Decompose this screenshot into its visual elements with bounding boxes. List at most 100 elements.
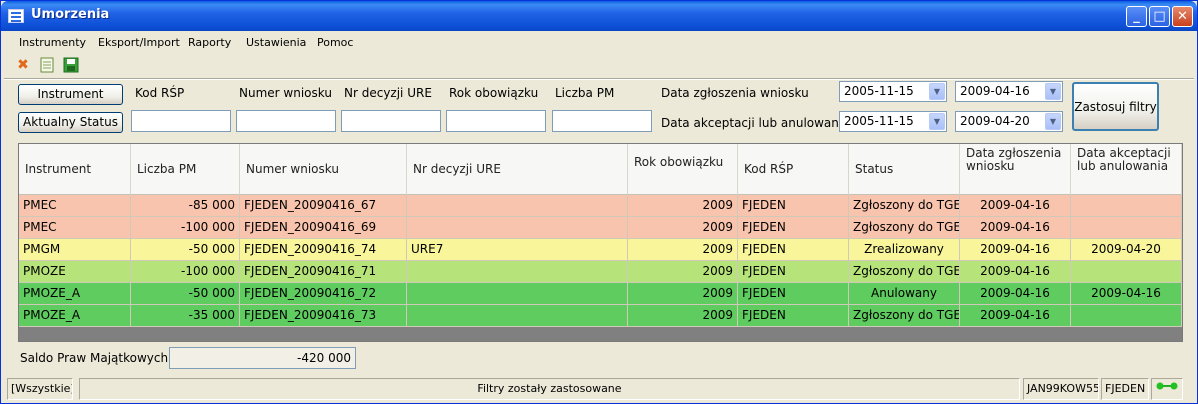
menu-pomoc[interactable]: Pomoc: [317, 36, 353, 49]
table-row[interactable]: PMOZE -100 000 FJEDEN_20090416_71 2009 FJEDE…: [19, 261, 1182, 283]
cell-data-akceptacji[interactable]: [1071, 195, 1182, 217]
cell-status[interactable]: Zgłoszony do TGE: [849, 195, 960, 217]
chevron-down-icon[interactable]: ▼: [1045, 83, 1061, 100]
column-header-data-akceptacji[interactable]: Data akceptacji lub anulowania: [1071, 144, 1182, 195]
cell-data-zgloszenia[interactable]: 2009-04-16: [960, 195, 1071, 217]
cell-nr-decyzji[interactable]: [407, 305, 628, 327]
cell-kod-rsp[interactable]: FJEDEN: [738, 283, 849, 305]
nr-decyzji-label: Nr decyzji URE: [344, 86, 432, 100]
cell-instrument[interactable]: PMEC: [19, 217, 131, 239]
cell-kod-rsp[interactable]: FJEDEN: [738, 195, 849, 217]
cell-data-akceptacji[interactable]: [1071, 261, 1182, 283]
cell-instrument[interactable]: PMEC: [19, 195, 131, 217]
column-header-rok-obowiazku[interactable]: Rok obowiązku: [628, 144, 738, 195]
akceptacji-from-date[interactable]: 2005-11-15 ▼: [839, 111, 947, 132]
cell-kod-rsp[interactable]: FJEDEN: [738, 217, 849, 239]
liczba-pm-input[interactable]: [552, 110, 652, 132]
menu-eksport-import[interactable]: Eksport/Import: [98, 36, 180, 49]
chevron-down-icon[interactable]: ▼: [1045, 113, 1061, 130]
table-row[interactable]: PMOZE_A -35 000 FJEDEN_20090416_73 2009 FJED…: [19, 305, 1182, 327]
cell-rok[interactable]: 2009: [628, 217, 738, 239]
cell-liczba-pm[interactable]: -85 000: [131, 195, 240, 217]
table-row[interactable]: PMEC -85 000 FJEDEN_20090416_67 2009 FJEDEN Z…: [19, 195, 1182, 217]
cell-rok[interactable]: 2009: [628, 261, 738, 283]
cell-instrument[interactable]: PMOZE: [19, 261, 131, 283]
instrument-filter-button[interactable]: Instrument: [18, 84, 123, 105]
cell-rok[interactable]: 2009: [628, 239, 738, 261]
status-filter-button[interactable]: Aktualny Status: [18, 112, 123, 133]
cell-numer-wniosku[interactable]: FJEDEN_20090416_74: [240, 239, 407, 261]
cell-rok[interactable]: 2009: [628, 305, 738, 327]
cell-nr-decyzji[interactable]: [407, 195, 628, 217]
cell-rok[interactable]: 2009: [628, 283, 738, 305]
cell-kod-rsp[interactable]: FJEDEN: [738, 261, 849, 283]
close-button[interactable]: ✕: [1172, 6, 1193, 27]
cell-data-zgloszenia[interactable]: 2009-04-16: [960, 217, 1071, 239]
cell-numer-wniosku[interactable]: FJEDEN_20090416_71: [240, 261, 407, 283]
kod-rsp-input[interactable]: [131, 110, 231, 132]
menu-ustawienia[interactable]: Ustawienia: [246, 36, 306, 49]
column-header-kod-rsp[interactable]: Kod RŚP: [738, 144, 849, 195]
cell-status[interactable]: Zrealizowany: [849, 239, 960, 261]
cell-data-zgloszenia[interactable]: 2009-04-16: [960, 261, 1071, 283]
status-bar: [Wszystkie] Filtry zostały zastosowane J…: [4, 378, 1194, 401]
document-icon[interactable]: [39, 57, 55, 73]
akceptacji-to-date[interactable]: 2009-04-20 ▼: [955, 111, 1063, 132]
cell-data-akceptacji[interactable]: [1071, 305, 1182, 327]
cell-data-akceptacji[interactable]: 2009-04-20: [1071, 239, 1182, 261]
cell-status[interactable]: Zgłoszony do TGE: [849, 305, 960, 327]
table-row[interactable]: PMEC -100 000 FJEDEN_20090416_69 2009 FJEDEN…: [19, 217, 1182, 239]
chevron-down-icon[interactable]: ▼: [929, 83, 945, 100]
cell-data-akceptacji[interactable]: 2009-04-16: [1071, 283, 1182, 305]
table-row[interactable]: PMOZE_A -50 000 FJEDEN_20090416_72 2009 FJED…: [19, 283, 1182, 305]
apply-filters-button[interactable]: Zastosuj filtry: [1072, 82, 1159, 131]
cell-nr-decyzji[interactable]: URE7: [407, 239, 628, 261]
delete-icon[interactable]: ✖: [15, 57, 31, 73]
cell-rok[interactable]: 2009: [628, 195, 738, 217]
cell-liczba-pm[interactable]: -50 000: [131, 283, 240, 305]
menu-instrumenty[interactable]: Instrumenty: [19, 36, 86, 49]
cell-data-akceptacji[interactable]: [1071, 217, 1182, 239]
cell-numer-wniosku[interactable]: FJEDEN_20090416_67: [240, 195, 407, 217]
zgloszenia-from-date[interactable]: 2005-11-15 ▼: [839, 81, 947, 102]
table-row[interactable]: PMGM -50 000 FJEDEN_20090416_74 URE7 2009 FJE…: [19, 239, 1182, 261]
cell-numer-wniosku[interactable]: FJEDEN_20090416_73: [240, 305, 407, 327]
title-bar[interactable]: Umorzenia _ □ ✕: [1, 1, 1197, 31]
cell-nr-decyzji[interactable]: [407, 217, 628, 239]
nr-decyzji-input[interactable]: [341, 110, 441, 132]
cell-status[interactable]: Zgłoszony do TGE: [849, 217, 960, 239]
menu-raporty[interactable]: Raporty: [188, 36, 231, 49]
chevron-down-icon[interactable]: ▼: [929, 113, 945, 130]
cell-numer-wniosku[interactable]: FJEDEN_20090416_72: [240, 283, 407, 305]
cell-instrument[interactable]: PMOZE_A: [19, 283, 131, 305]
cell-liczba-pm[interactable]: -35 000: [131, 305, 240, 327]
cell-liczba-pm[interactable]: -100 000: [131, 261, 240, 283]
cell-kod-rsp[interactable]: FJEDEN: [738, 305, 849, 327]
cell-kod-rsp[interactable]: FJEDEN: [738, 239, 849, 261]
minimize-button[interactable]: _: [1126, 6, 1147, 27]
cell-data-zgloszenia[interactable]: 2009-04-16: [960, 239, 1071, 261]
cell-liczba-pm[interactable]: -100 000: [131, 217, 240, 239]
cell-nr-decyzji[interactable]: [407, 283, 628, 305]
cell-status[interactable]: Anulowany: [849, 283, 960, 305]
maximize-button[interactable]: □: [1149, 6, 1170, 27]
column-header-nr-decyzji[interactable]: Nr decyzji URE: [407, 144, 628, 195]
cell-numer-wniosku[interactable]: FJEDEN_20090416_69: [240, 217, 407, 239]
zgloszenia-to-date[interactable]: 2009-04-16 ▼: [955, 81, 1063, 102]
column-header-status[interactable]: Status: [849, 144, 960, 195]
column-header-liczba-pm[interactable]: Liczba PM: [131, 144, 240, 195]
column-header-instrument[interactable]: Instrument: [19, 144, 131, 195]
cell-liczba-pm[interactable]: -50 000: [131, 239, 240, 261]
cell-data-zgloszenia[interactable]: 2009-04-16: [960, 305, 1071, 327]
kod-rsp-label: Kod RŚP: [135, 86, 185, 100]
cell-data-zgloszenia[interactable]: 2009-04-16: [960, 283, 1071, 305]
save-icon[interactable]: [63, 57, 79, 73]
cell-instrument[interactable]: PMGM: [19, 239, 131, 261]
cell-status[interactable]: Zgłoszony do TGE: [849, 261, 960, 283]
numer-wniosku-input[interactable]: [236, 110, 336, 132]
rok-obowiazku-input[interactable]: [446, 110, 546, 132]
column-header-numer-wniosku[interactable]: Numer wniosku: [240, 144, 407, 195]
cell-nr-decyzji[interactable]: [407, 261, 628, 283]
column-header-data-zgloszenia[interactable]: Data zgłoszenia wniosku: [960, 144, 1071, 195]
cell-instrument[interactable]: PMOZE_A: [19, 305, 131, 327]
